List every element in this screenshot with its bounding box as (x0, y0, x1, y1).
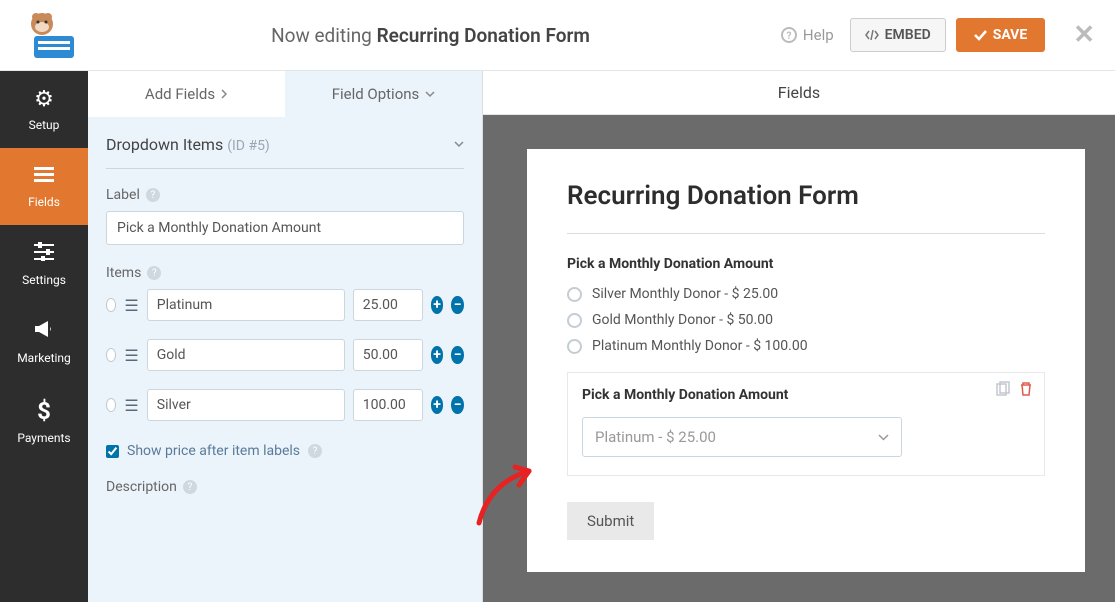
chevron-right-icon (221, 89, 228, 99)
top-bar: Now editing Recurring Donation Form ? He… (0, 0, 1115, 71)
default-radio[interactable] (106, 348, 116, 362)
item-name-input[interactable] (147, 339, 345, 371)
selected-field[interactable]: Pick a Monthly Donation Amount Platinum … (567, 372, 1045, 476)
add-item-button[interactable]: + (431, 396, 444, 414)
item-price-input[interactable] (353, 389, 423, 421)
remove-item-button[interactable]: − (451, 296, 464, 314)
embed-button[interactable]: EMBED (850, 18, 946, 52)
sliders-icon (0, 241, 88, 267)
item-name-input[interactable] (147, 389, 345, 421)
code-icon (865, 29, 879, 41)
chevron-down-icon (454, 141, 464, 148)
drag-handle-icon[interactable]: ☰ (124, 296, 138, 315)
item-row: ☰ + − (106, 289, 464, 321)
submit-button[interactable]: Submit (567, 502, 654, 540)
options-panel: Add Fields Field Options Dropdown Items … (88, 71, 483, 602)
delete-icon[interactable] (1018, 381, 1034, 397)
show-price-checkbox[interactable]: Show price after item labels ? (106, 439, 464, 459)
drag-handle-icon[interactable]: ☰ (124, 396, 138, 415)
field-label: Pick a Monthly Donation Amount (567, 256, 1045, 272)
list-icon (0, 164, 88, 189)
help-icon[interactable]: ? (147, 266, 161, 280)
nav-payments[interactable]: $ Payments (0, 381, 88, 461)
help-link[interactable]: ? Help (781, 26, 834, 44)
remove-item-button[interactable]: − (451, 396, 464, 414)
nav-setup[interactable]: ⚙ Setup (0, 71, 88, 148)
items-label: Items? (106, 265, 464, 281)
default-radio[interactable] (106, 298, 116, 312)
app-logo (20, 10, 80, 60)
tab-field-options[interactable]: Field Options (285, 71, 482, 117)
gear-icon: ⚙ (0, 87, 88, 112)
item-price-input[interactable] (353, 289, 423, 321)
item-row: ☰ + − (106, 389, 464, 421)
section-header[interactable]: Dropdown Items (ID #5) (106, 135, 464, 169)
description-label: Description? (106, 479, 464, 495)
check-icon (974, 30, 987, 41)
remove-item-button[interactable]: − (451, 346, 464, 364)
save-button[interactable]: SAVE (956, 18, 1046, 52)
label-label: Label? (106, 187, 464, 203)
canvas-title: Fields (483, 71, 1115, 115)
help-icon[interactable]: ? (308, 444, 322, 458)
nav-fields[interactable]: Fields (0, 148, 88, 225)
tab-add-fields[interactable]: Add Fields (88, 71, 285, 117)
form-card: Recurring Donation Form Pick a Monthly D… (527, 149, 1085, 572)
nav-marketing[interactable]: Marketing (0, 303, 88, 381)
chevron-down-icon (425, 91, 435, 98)
item-price-input[interactable] (353, 339, 423, 371)
help-icon[interactable]: ? (183, 480, 197, 494)
dollar-icon: $ (0, 397, 88, 425)
field-label: Pick a Monthly Donation Amount (582, 387, 1030, 403)
editing-label: Now editing Recurring Donation Form (80, 24, 781, 47)
help-icon[interactable]: ? (146, 188, 160, 202)
radio-option[interactable]: Silver Monthly Donor - $ 25.00 (567, 286, 1045, 302)
default-radio[interactable] (106, 398, 116, 412)
dropdown-select[interactable]: Platinum - $ 25.00 (582, 417, 902, 457)
duplicate-icon[interactable] (994, 381, 1010, 397)
help-icon: ? (781, 27, 797, 43)
radio-option[interactable]: Gold Monthly Donor - $ 50.00 (567, 312, 1045, 328)
bullhorn-icon (0, 319, 88, 345)
form-heading: Recurring Donation Form (567, 181, 1045, 211)
add-item-button[interactable]: + (431, 346, 444, 364)
drag-handle-icon[interactable]: ☰ (124, 346, 138, 365)
item-row: ☰ + − (106, 339, 464, 371)
item-name-input[interactable] (147, 289, 345, 321)
radio-option[interactable]: Platinum Monthly Donor - $ 100.00 (567, 338, 1045, 354)
svg-text:?: ? (786, 31, 791, 42)
divider (567, 233, 1045, 234)
label-input[interactable] (106, 211, 464, 245)
chevron-down-icon (878, 434, 889, 441)
side-nav: ⚙ Setup Fields Settings Marketing $ Paym… (0, 71, 88, 602)
nav-settings[interactable]: Settings (0, 225, 88, 303)
close-button[interactable]: ✕ (1073, 20, 1095, 50)
add-item-button[interactable]: + (431, 296, 444, 314)
form-preview-canvas: Fields Recurring Donation Form Pick a Mo… (483, 71, 1115, 602)
